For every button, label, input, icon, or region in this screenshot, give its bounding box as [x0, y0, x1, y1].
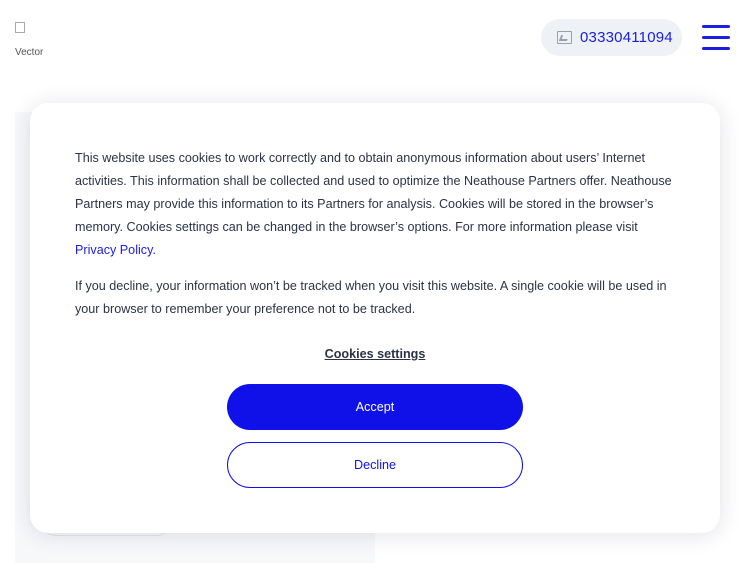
menu-button[interactable]: [702, 25, 730, 50]
phone-number: 03330411094: [580, 29, 673, 46]
accept-button[interactable]: Accept: [227, 384, 523, 430]
site-logo[interactable]: Vector: [15, 20, 51, 56]
decline-info-paragraph: If you decline, your information won’t b…: [75, 279, 667, 316]
cookie-info-text: This website uses cookies to work correc…: [75, 151, 672, 234]
broken-image-icon: [15, 22, 25, 33]
cookies-settings-link[interactable]: Cookies settings: [30, 347, 720, 361]
hamburger-line: [702, 36, 730, 39]
decline-button[interactable]: Decline: [227, 442, 523, 488]
privacy-policy-link[interactable]: Privacy Policy.: [75, 243, 156, 257]
phone-icon: [557, 31, 572, 44]
logo-alt-text: Vector: [15, 47, 44, 56]
hamburger-line: [702, 47, 730, 50]
hamburger-line: [702, 25, 730, 28]
cookie-consent-modal: This website uses cookies to work correc…: [30, 103, 720, 533]
phone-button[interactable]: 03330411094: [541, 19, 682, 56]
cookie-info-paragraph: This website uses cookies to work correc…: [75, 147, 677, 262]
